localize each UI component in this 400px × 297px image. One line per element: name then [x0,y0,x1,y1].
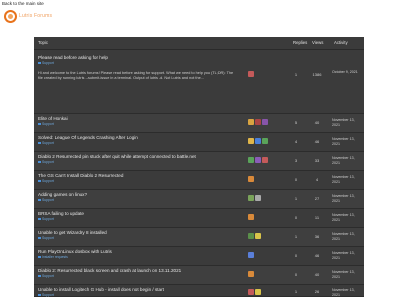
topic-row[interactable]: Unable to get Wizardry 8 installed Suppo… [34,228,364,247]
reply-count: 0 [294,272,298,277]
avatar[interactable] [255,195,261,201]
avatar[interactable] [248,289,254,295]
reply-count: 3 [294,158,298,163]
topic-title[interactable]: Adding games on linux? [38,192,87,197]
reply-count: 0 [294,215,298,220]
view-count: 27 [314,196,320,201]
activity-date[interactable]: November 13, 2021 [332,156,362,165]
topic-title[interactable]: Run PlayOnLinux dosbox with Lutris [38,249,112,254]
reply-count: 0 [294,177,298,182]
topic-row[interactable]: Please read before asking for help Suppo… [34,51,364,114]
reply-count: 1 [294,289,298,294]
view-count: 26 [314,289,320,294]
column-activity[interactable]: Activity [334,40,348,45]
topic-title[interactable]: Unable to get Wizardry 8 installed [38,230,107,235]
view-count: 36 [314,234,320,239]
avatar[interactable] [262,157,268,163]
topic-category[interactable]: Support [38,179,54,183]
topic-title[interactable]: Unable to install Logitech G Hub - insta… [38,287,164,292]
topic-category[interactable]: Installer requests [38,255,68,259]
topic-row[interactable]: Solved: League Of Legends Crashing After… [34,133,364,152]
avatar[interactable] [248,195,254,201]
topic-category[interactable]: Support [38,293,54,297]
activity-date[interactable]: October 9, 2021 [332,70,362,75]
view-count: 1386 [312,72,322,77]
activity-date[interactable]: November 13, 2021 [332,213,362,222]
topic-title[interactable]: Elite of Honkai [38,116,68,121]
topic-category[interactable]: Support [38,274,54,278]
avatar[interactable] [255,289,261,295]
topic-category[interactable]: Support [38,122,54,126]
activity-date[interactable]: November 13, 2021 [332,137,362,146]
avatar[interactable] [255,157,261,163]
avatar[interactable] [248,157,254,163]
avatar[interactable] [248,271,254,277]
avatar[interactable] [248,176,254,182]
activity-date[interactable]: November 13, 2021 [332,118,362,127]
topic-title[interactable]: BRSA failing to update [38,211,84,216]
view-count: 4 [315,177,319,182]
topic-row[interactable]: The GS Can't Install Diablo 2 Resurrecte… [34,171,364,190]
reply-count: 1 [294,234,298,239]
back-to-main-site-link[interactable]: Back to the main site [2,1,44,6]
reply-count: 0 [294,253,298,258]
site-logo[interactable]: Lutris Forums [4,10,54,26]
reply-count: 4 [294,139,298,144]
view-count: 11 [314,215,320,220]
activity-date[interactable]: November 13, 2021 [332,251,362,260]
activity-date[interactable]: November 13, 2021 [332,232,362,241]
view-count: 40 [314,272,320,277]
logo-icon [4,10,17,23]
avatar[interactable] [248,138,254,144]
topic-excerpt: Hi and welcome to the Lutris forums! Ple… [38,71,234,80]
avatar[interactable] [248,252,254,258]
activity-date[interactable]: November 13, 2021 [332,175,362,184]
topic-category[interactable]: Support [38,198,54,202]
avatar[interactable] [248,119,254,125]
topic-list-header: Topic Replies Views Activity [34,37,364,50]
avatar[interactable] [255,119,261,125]
logo-text: Lutris Forums [19,13,53,19]
avatar[interactable] [262,138,268,144]
reply-count: 1 [294,72,298,77]
topic-row[interactable]: Diablo 2 Resurrected pin stuck after qui… [34,152,364,171]
view-count: 40 [314,120,320,125]
topic-title[interactable]: The GS Can't Install Diablo 2 Resurrecte… [38,173,123,178]
topic-row[interactable]: Elite of Honkai Support 5 40 November 13… [34,114,364,133]
topic-category[interactable]: Support [38,236,54,240]
avatar[interactable] [262,119,268,125]
reply-count: 1 [294,196,298,201]
topic-category[interactable]: Support [38,141,54,145]
view-count: 46 [314,253,320,258]
avatar[interactable] [248,71,254,77]
topic-title[interactable]: Solved: League Of Legends Crashing After… [38,135,138,140]
avatar[interactable] [255,138,261,144]
topic-category[interactable]: Support [38,61,54,65]
topic-row[interactable]: BRSA failing to update Support 0 11 Nove… [34,209,364,228]
view-count: 33 [314,158,320,163]
topic-title[interactable]: Diablo 2 Resurrected pin stuck after qui… [38,154,196,159]
avatar[interactable] [248,214,254,220]
topic-list: Topic Replies Views Activity Please read… [34,37,364,297]
view-count: 46 [314,139,320,144]
reply-count: 5 [294,120,298,125]
topic-category[interactable]: Support [38,217,54,221]
activity-date[interactable]: November 13, 2021 [332,270,362,279]
topic-row[interactable]: Run PlayOnLinux dosbox with Lutris Insta… [34,247,364,266]
avatar[interactable] [248,233,254,239]
topic-row[interactable]: Diablo 2: Resurrected black screen and c… [34,266,364,285]
topic-row[interactable]: Unable to install Logitech G Hub - insta… [34,285,364,297]
topic-title[interactable]: Diablo 2: Resurrected black screen and c… [38,268,181,273]
topic-title[interactable]: Please read before asking for help [38,55,108,60]
activity-date[interactable]: November 13, 2021 [332,194,362,203]
column-views[interactable]: Views [312,40,323,45]
avatar[interactable] [255,233,261,239]
topic-row[interactable]: Adding games on linux? Support 1 27 Nove… [34,190,364,209]
topic-category[interactable]: Support [38,160,54,164]
column-replies[interactable]: Replies [293,40,307,45]
column-topic[interactable]: Topic [38,40,48,45]
